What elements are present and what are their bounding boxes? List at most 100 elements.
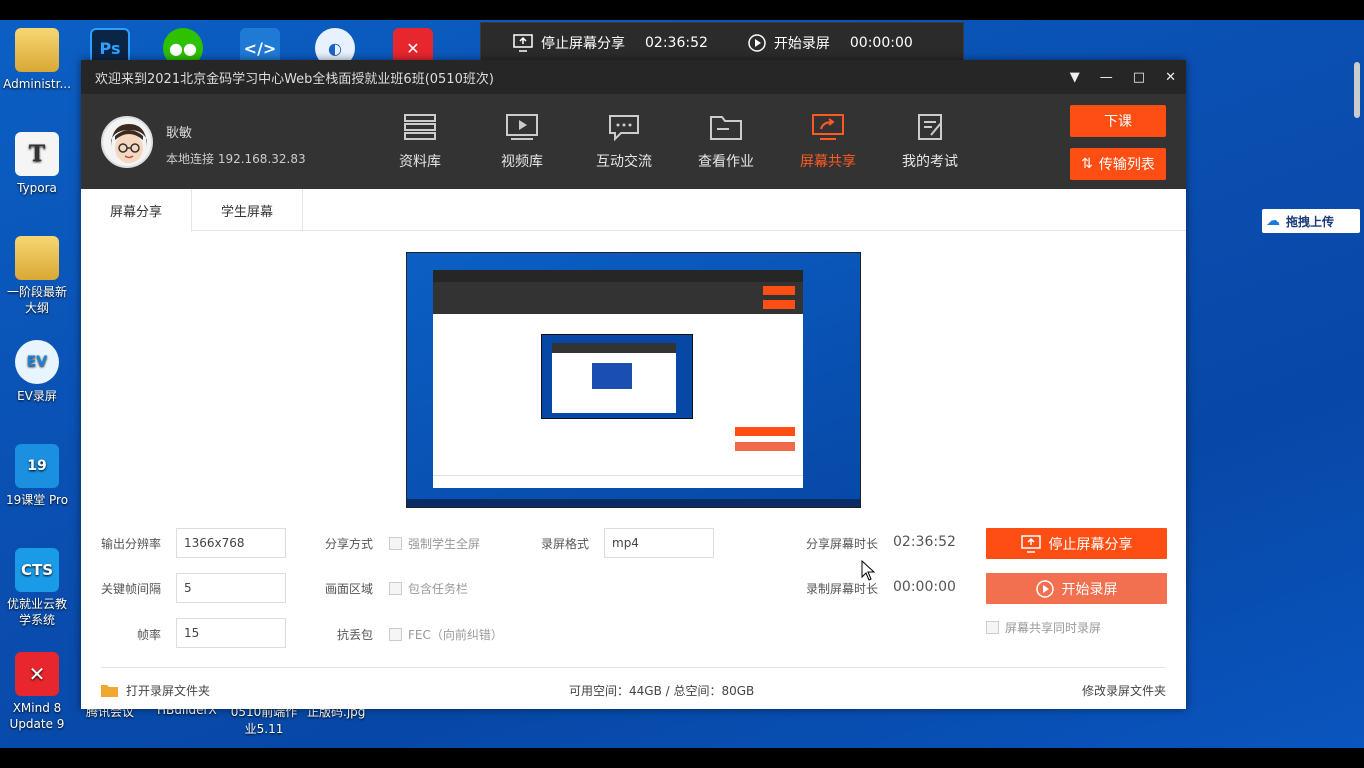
checkbox-box [986,621,999,634]
fps-input[interactable]: 15 [176,618,286,648]
content-area: 屏幕分享 学生屏幕 输出分辨率 1366x768 关键帧间隔 5 帧率 15 分… [81,189,1186,709]
area-label: 画面区域 [324,582,373,596]
desktop-icon-label: Typora [17,181,57,195]
share-status-bar: 停止屏幕分享 02:36:52 开始录屏 00:00:00 [480,22,964,64]
desktop-icon-label: XMind 8 Update 9 [9,701,65,731]
app-header: 耿敏 本地连接 192.168.32.83 资料库 视频库 互动交流 查看作业 … [81,94,1186,189]
end-class-button[interactable]: 下课 [1070,105,1166,137]
resolution-label: 输出分辨率 [100,537,161,551]
stop-share-bar-button[interactable]: 停止屏幕分享 [513,33,625,53]
share-time: 02:36:52 [645,35,708,51]
keyframe-input[interactable]: 5 [176,573,286,603]
record-duration-label: 录制屏幕时长 [806,582,879,596]
record-while-share-checkbox[interactable]: 屏幕共享同时录屏 [986,619,1101,636]
user-connection: 本地连接 192.168.32.83 [166,152,306,166]
tab-student-screen[interactable]: 学生屏幕 [192,189,303,231]
desktop-icon-label: 19课堂 Pro [5,493,69,507]
transfer-list-button[interactable]: ⇅ 传输列表 [1070,148,1166,180]
desktop-icon-xmind[interactable]: ✕ XMind 8 Update 9 [0,652,74,732]
desktop-icon-administrator[interactable]: Administr... [0,28,74,92]
fps-label: 帧率 [136,628,161,642]
nav-label: 资料库 [399,153,441,170]
folder-icon [101,685,118,697]
format-input[interactable]: mp4 [604,528,714,558]
nav-resource-library[interactable]: 资料库 [369,94,471,189]
transfer-list-label: 传输列表 [1098,157,1155,173]
desktop-icon-cts[interactable]: CTS 优就业云教学系统 [0,548,74,628]
ev-recorder-icon: EV [15,340,59,384]
close-icon[interactable]: ✕ [1165,70,1176,85]
nav-label: 我的考试 [902,153,958,170]
stop-share-button[interactable]: 停止屏幕分享 [986,528,1167,559]
record-duration-value: 00:00:00 [893,579,956,595]
tab-bar: 屏幕分享 学生屏幕 [81,189,1186,232]
change-folder-link[interactable]: 修改录屏文件夹 [1082,682,1166,699]
classroom-19-icon: 19 [15,444,59,488]
server-icon [404,113,436,140]
nav-label: 互动交流 [596,153,652,170]
stop-share-label: 停止屏幕分享 [541,36,625,52]
desktop-icon-label: EV录屏 [17,389,57,403]
fec-checkbox[interactable]: FEC（向前纠错） [389,626,503,643]
checkbox-box [389,628,402,641]
screen-share-icon [812,113,844,140]
tab-screen-share[interactable]: 屏幕分享 [81,189,192,232]
folder-icon [710,115,742,140]
nav-video-library[interactable]: 视频库 [471,94,573,189]
folder-doc-icon [15,236,59,280]
drag-upload-label: 拖拽上传 [1286,214,1335,229]
administrator-folder-icon [15,28,59,72]
open-folder-link[interactable]: 打开录屏文件夹 [101,682,210,699]
video-icon [506,113,538,140]
desktop-icon-label: Administr... [3,77,71,91]
desktop-icon-outline[interactable]: 一阶段最新大纲 [0,236,74,316]
nav-screen-share[interactable]: 屏幕共享 [777,94,879,189]
desktop-icon-label: 优就业云教学系统 [6,597,67,627]
checkbox-box [389,537,402,550]
menu-dropdown-icon[interactable]: ▼ [1070,70,1080,85]
record-while-share-label: 屏幕共享同时录屏 [1005,621,1102,635]
start-record-label: 开始录屏 [773,36,830,52]
chat-icon [609,114,639,141]
nav-my-exam[interactable]: 我的考试 [879,94,981,189]
force-fullscreen-label: 强制学生全屏 [408,537,481,551]
minimize-icon[interactable]: — [1100,70,1113,85]
maximize-icon[interactable]: □ [1133,70,1145,85]
force-fullscreen-checkbox[interactable]: 强制学生全屏 [389,535,480,552]
nav-homework[interactable]: 查看作业 [675,94,777,189]
start-record-button-label: 开始录屏 [1061,581,1118,598]
mouse-cursor-icon [861,560,875,581]
play-icon [1035,579,1054,598]
disk-space: 可用空间：44GB / 总空间：80GB [569,684,755,698]
include-taskbar-checkbox[interactable]: 包含任务栏 [389,580,468,597]
drag-upload-button[interactable]: ☁ 拖拽上传 [1262,209,1360,233]
nav-label: 查看作业 [698,153,754,170]
play-icon [748,34,766,52]
desktop-icon-19[interactable]: 19 19课堂 Pro [0,444,74,508]
preview-window [433,270,803,488]
classroom-window: 欢迎来到2021北京金码学习中心Web全栈面授就业班6班(0510班次) ▼ —… [81,60,1186,709]
nav-interaction[interactable]: 互动交流 [573,94,675,189]
resolution-input[interactable]: 1366x768 [176,528,286,558]
avatar[interactable] [101,116,153,168]
typora-icon: T [15,132,59,176]
exam-icon [918,113,942,140]
main-nav: 资料库 视频库 互动交流 查看作业 屏幕共享 我的考试 [369,94,981,189]
right-edge-scrollbar[interactable] [1354,62,1360,118]
screen-share-icon [513,34,533,52]
xmind-icon: ✕ [15,652,59,696]
screen-preview [406,252,861,508]
open-folder-label: 打开录屏文件夹 [126,684,211,698]
desktop-icon-ev[interactable]: EV EV录屏 [0,340,74,404]
record-time: 00:00:00 [849,35,913,51]
avatar-face-icon [111,124,147,163]
cts-icon: CTS [15,548,59,592]
desktop-icon-typora[interactable]: T Typora [0,132,74,196]
transfer-icon: ⇅ [1081,156,1093,172]
user-name: 耿敏 [166,126,193,141]
fec-label: 抗丢包 [336,628,373,642]
stop-share-button-label: 停止屏幕分享 [1048,536,1133,553]
start-record-button[interactable]: 开始录屏 [986,573,1167,604]
screen-share-icon [1020,534,1041,553]
start-record-bar-button[interactable]: 开始录屏 [748,33,830,53]
